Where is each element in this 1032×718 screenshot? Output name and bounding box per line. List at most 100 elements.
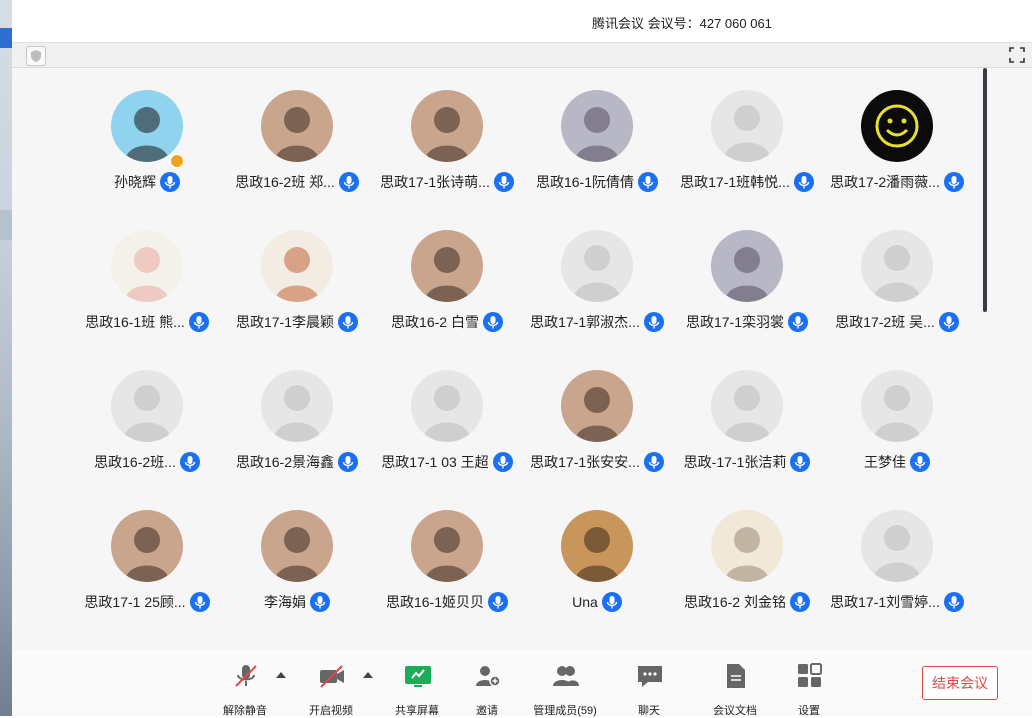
avatar — [411, 90, 483, 162]
invite-button[interactable]: 邀请 — [450, 658, 524, 717]
default-avatar — [711, 370, 783, 442]
avatar — [861, 90, 933, 162]
participant-name: 思政17-1 25顾... — [84, 594, 186, 610]
participant-tile[interactable]: 思政16-1班 熊... — [72, 208, 222, 332]
participant-name: 思政16-1班 熊... — [85, 314, 185, 330]
participant-name: 思政17-1栾羽裳 — [685, 314, 785, 330]
participant-tile[interactable]: 思政16-1姬贝贝 — [372, 488, 522, 612]
participant-name: 思政17-1 03 王超 — [381, 454, 489, 470]
participant-tile[interactable]: 思政17-2班 吴... — [822, 208, 972, 332]
unmute-options-caret[interactable] — [276, 672, 286, 678]
participant-name: 思政16-2班 郑... — [235, 174, 335, 190]
members-icon — [553, 666, 579, 686]
participant-name: 思政16-2景海鑫 — [235, 454, 335, 470]
participant-tile[interactable]: 思政16-2 白雪 — [372, 208, 522, 332]
participant-tile[interactable]: Una — [522, 488, 672, 612]
document-icon — [727, 664, 745, 688]
participant-name: 王梦佳 — [864, 454, 906, 470]
share-screen-button[interactable]: 共享屏幕 — [380, 658, 454, 717]
unmute-button[interactable]: 解除静音 — [208, 658, 282, 717]
participant-name: 思政17-2潘雨薇... — [830, 174, 940, 190]
participant-tile[interactable]: 思政17-1张安安... — [522, 348, 672, 472]
mic-status-icon — [790, 452, 811, 472]
participant-tile[interactable]: 思政17-2潘雨薇... — [822, 68, 972, 192]
share-screen-icon — [405, 666, 431, 687]
default-avatar — [711, 90, 783, 162]
mic-status-icon — [788, 312, 809, 332]
participant-name: 思政-17-1张洁莉 — [683, 454, 787, 470]
participant-tile[interactable]: 思政17-1 25顾... — [72, 488, 222, 612]
participant-tile[interactable]: 思政16-2 刘金铭 — [672, 488, 822, 612]
mic-status-icon — [492, 452, 513, 472]
participant-name-row: 思政16-2 白雪 — [372, 312, 522, 332]
chat-button[interactable]: 聊天 — [612, 658, 686, 717]
participant-name-row: 思政16-2 刘金铭 — [672, 592, 822, 612]
desktop-taskbar-highlight — [0, 28, 12, 48]
mic-status-icon — [638, 172, 659, 192]
settings-button[interactable]: 设置 — [772, 658, 846, 717]
avatar — [111, 90, 183, 162]
avatar — [261, 510, 333, 582]
participant-name-row: 思政17-1郭淑杰... — [522, 312, 672, 332]
participant-name: 思政17-1班韩悦... — [680, 174, 790, 190]
participant-name-row: 思政17-1张安安... — [522, 452, 672, 472]
participant-name-row: 思政16-2班... — [72, 452, 222, 472]
participant-tile[interactable]: 思政16-1阮倩倩 — [522, 68, 672, 192]
participant-name: 思政17-1郭淑杰... — [530, 314, 640, 330]
mic-status-icon — [189, 592, 210, 612]
default-avatar — [111, 370, 183, 442]
participant-name: 思政16-2班... — [94, 454, 176, 470]
shield-icon[interactable] — [26, 46, 46, 66]
mic-status-icon — [793, 172, 814, 192]
participant-tile[interactable]: 思政16-2班... — [72, 348, 222, 472]
participant-tile[interactable]: 王梦佳 — [822, 348, 972, 472]
participant-name: 思政16-1姬贝贝 — [385, 594, 485, 610]
title-bar: 腾讯会议 会议号：427 060 061 — [12, 0, 1032, 43]
participant-name-row: 思政17-1刘雪婷... — [822, 592, 972, 612]
participant-tile[interactable]: 思政17-1郭淑杰... — [522, 208, 672, 332]
manage-members-button[interactable]: 管理成员(59) — [528, 658, 602, 717]
participant-tile[interactable]: 思政-17-1张洁莉 — [672, 348, 822, 472]
avatar — [261, 90, 333, 162]
settings-grid-icon — [798, 663, 822, 687]
mic-status-icon — [338, 172, 359, 192]
participant-tile[interactable]: 思政17-1刘雪婷... — [822, 488, 972, 612]
participant-name-row: Una — [522, 592, 672, 612]
participant-tile[interactable]: 思政17-1班韩悦... — [672, 68, 822, 192]
scrollbar[interactable] — [983, 68, 987, 312]
meeting-title: 腾讯会议 会议号：427 060 061 — [592, 16, 772, 31]
fullscreen-icon[interactable] — [1008, 46, 1026, 64]
mic-status-icon — [943, 172, 964, 192]
participant-name: 思政17-1张安安... — [530, 454, 640, 470]
avatar — [411, 230, 483, 302]
end-meeting-button[interactable]: 结束会议 — [922, 666, 998, 700]
participant-name-row: 思政16-2景海鑫 — [222, 452, 372, 472]
mic-status-icon — [938, 312, 959, 332]
avatar — [711, 230, 783, 302]
default-avatar — [561, 230, 633, 302]
desktop-background — [0, 0, 12, 716]
participant-tile[interactable]: 思政17-1张诗萌... — [372, 68, 522, 192]
participant-tile[interactable]: 李海娟 — [222, 488, 372, 612]
participant-tile[interactable]: 思政16-2班 郑... — [222, 68, 372, 192]
participant-tile[interactable]: 思政17-1栾羽裳 — [672, 208, 822, 332]
start-video-button[interactable]: 开启视频 — [294, 658, 368, 717]
default-avatar — [861, 230, 933, 302]
mic-status-icon — [643, 452, 664, 472]
participant-name-row: 孙晓辉 — [72, 172, 222, 192]
bottom-toolbar: 解除静音 开启视频 共享屏幕 邀请 管理成员(59) 聊天 会议文档 设置 结束… — [12, 650, 1032, 717]
participant-name: 思政17-1李晨颖 — [235, 314, 335, 330]
participant-name: 思政16-1阮倩倩 — [535, 174, 635, 190]
participant-name: Una — [572, 594, 598, 610]
avatar — [711, 510, 783, 582]
participant-tile[interactable]: 孙晓辉 — [72, 68, 222, 192]
participant-tile[interactable]: 思政17-1 03 王超 — [372, 348, 522, 472]
participant-tile[interactable]: 思政16-2景海鑫 — [222, 348, 372, 472]
meeting-docs-button[interactable]: 会议文档 — [698, 658, 772, 717]
camera-off-icon — [320, 665, 344, 688]
participant-tile[interactable]: 思政17-1李晨颖 — [222, 208, 372, 332]
mic-status-icon — [943, 592, 964, 612]
participant-name: 思政17-1刘雪婷... — [830, 594, 940, 610]
video-options-caret[interactable] — [363, 672, 373, 678]
participant-name-row: 思政17-2班 吴... — [822, 312, 972, 332]
